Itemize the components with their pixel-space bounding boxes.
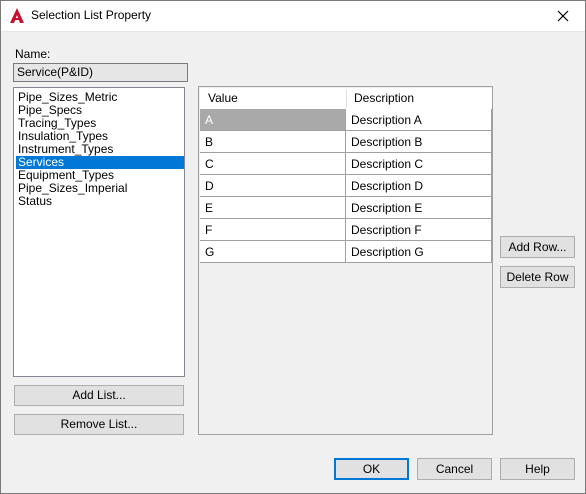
table-row: C Description C: [200, 153, 492, 175]
values-grid: Value Description A Description A B Desc…: [198, 86, 493, 435]
column-header-value[interactable]: Value: [200, 88, 346, 109]
list-item-status[interactable]: Status: [16, 195, 184, 208]
close-button[interactable]: [540, 0, 586, 31]
value-cell[interactable]: C: [200, 153, 346, 175]
name-label: Name:: [15, 47, 51, 61]
delete-row-button[interactable]: Delete Row: [500, 266, 575, 288]
description-cell[interactable]: Description F: [346, 219, 492, 241]
column-header-description[interactable]: Description: [346, 88, 492, 109]
remove-list-button[interactable]: Remove List...: [14, 414, 184, 435]
help-button[interactable]: Help: [500, 458, 575, 480]
window-title: Selection List Property: [31, 8, 152, 22]
table-row: A Description A: [200, 109, 492, 131]
table-row: D Description D: [200, 175, 492, 197]
description-cell[interactable]: Description G: [346, 241, 492, 263]
table-row: B Description B: [200, 131, 492, 153]
description-cell[interactable]: Description C: [346, 153, 492, 175]
description-cell[interactable]: Description B: [346, 131, 492, 153]
value-cell[interactable]: D: [200, 175, 346, 197]
close-icon: [557, 10, 569, 21]
cancel-button[interactable]: Cancel: [417, 458, 492, 480]
value-cell[interactable]: B: [200, 131, 346, 153]
table-row: E Description E: [200, 197, 492, 219]
value-cell[interactable]: E: [200, 197, 346, 219]
grid-header: Value Description: [200, 88, 492, 110]
title-bar: Selection List Property: [0, 0, 586, 32]
table-row: F Description F: [200, 219, 492, 241]
table-row: G Description G: [200, 241, 492, 263]
description-cell[interactable]: Description E: [346, 197, 492, 219]
autocad-logo-icon: [10, 8, 24, 23]
description-cell[interactable]: Description A: [346, 109, 492, 131]
ok-button[interactable]: OK: [334, 458, 409, 480]
description-cell[interactable]: Description D: [346, 175, 492, 197]
name-field[interactable]: Service(P&ID): [13, 63, 188, 82]
add-list-button[interactable]: Add List...: [14, 385, 184, 406]
selection-lists-listbox[interactable]: Pipe_Sizes_Metric Pipe_Specs Tracing_Typ…: [13, 87, 185, 377]
value-cell[interactable]: A: [200, 109, 346, 131]
add-row-button[interactable]: Add Row...: [500, 236, 575, 258]
value-cell[interactable]: G: [200, 241, 346, 263]
value-cell[interactable]: F: [200, 219, 346, 241]
